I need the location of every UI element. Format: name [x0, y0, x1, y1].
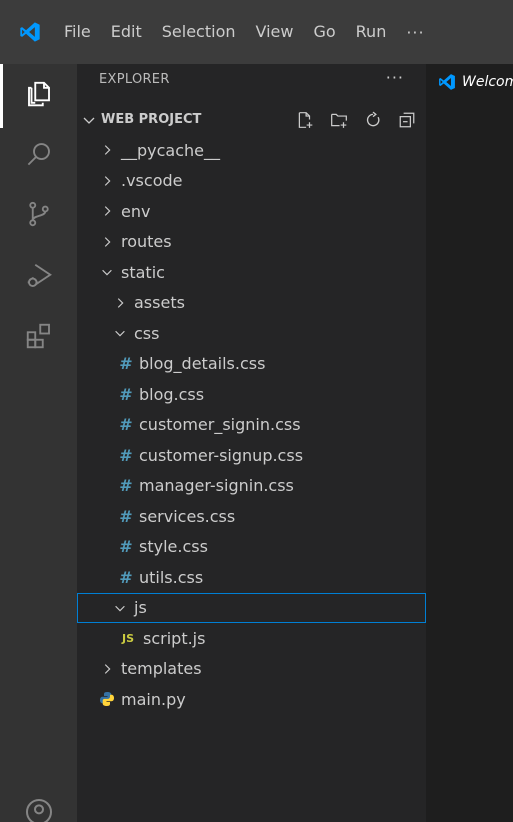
tree-item-label: templates: [121, 659, 202, 679]
activity-explorer[interactable]: [0, 64, 77, 128]
sidebar-title: EXPLORER: [99, 72, 170, 87]
tree-item-label: script.js: [143, 628, 206, 648]
tree-folder[interactable]: assets: [77, 288, 426, 319]
activity-run-debug[interactable]: [0, 246, 77, 310]
css-file-icon: #: [119, 476, 133, 496]
source-control-icon: [24, 199, 54, 233]
menu-selection[interactable]: Selection: [152, 0, 246, 64]
tree-file[interactable]: # style.css: [77, 532, 426, 563]
tree-file[interactable]: # customer_signin.css: [77, 410, 426, 441]
tree-file[interactable]: JS script.js: [77, 623, 426, 654]
tree-item-label: blog_details.css: [139, 354, 266, 374]
tree-item-label: manager-signin.css: [139, 476, 294, 496]
chevron-right-icon: [99, 235, 115, 249]
tree-item-label: static: [121, 262, 165, 282]
account-icon: [23, 796, 55, 822]
vscode-window: File Edit Selection View Go Run ··· EXPL…: [0, 0, 513, 822]
tree-file[interactable]: main.py: [77, 684, 426, 715]
run-debug-icon: [24, 261, 54, 295]
menu-view[interactable]: View: [246, 0, 304, 64]
chevron-down-icon: [112, 601, 128, 615]
tree-folder[interactable]: routes: [77, 227, 426, 258]
vscode-tab-icon: [438, 73, 456, 91]
search-icon: [24, 139, 54, 173]
activity-search[interactable]: [0, 124, 77, 188]
tree-item-label: env: [121, 201, 151, 221]
explorer-sidebar: EXPLORER ··· WEB PROJECT __pycache__ .vs…: [77, 64, 426, 822]
editor-area: Welcome: [426, 64, 513, 822]
tree-item-label: customer_signin.css: [139, 415, 301, 435]
tree-file[interactable]: # utils.css: [77, 562, 426, 593]
css-file-icon: #: [119, 354, 133, 374]
activity-bar: [0, 64, 77, 822]
tree-item-label: __pycache__: [121, 140, 221, 160]
tree-folder[interactable]: static: [77, 257, 426, 288]
tree-item-label: .vscode: [121, 171, 183, 191]
refresh-icon[interactable]: [362, 109, 384, 131]
tree-file[interactable]: # customer-signup.css: [77, 440, 426, 471]
css-file-icon: #: [119, 567, 133, 587]
chevron-right-icon: [99, 174, 115, 188]
tree-item-label: main.py: [121, 689, 186, 709]
more-actions-icon[interactable]: ···: [386, 68, 404, 87]
tree-item-label: utils.css: [139, 567, 204, 587]
menu-edit[interactable]: Edit: [101, 0, 152, 64]
activity-accounts[interactable]: [0, 782, 77, 822]
tree-file[interactable]: # manager-signin.css: [77, 471, 426, 502]
js-file-icon: JS: [121, 631, 134, 645]
collapse-all-icon[interactable]: [396, 109, 418, 131]
file-tree: __pycache__ .vscode env routes static assets c…: [77, 135, 426, 715]
tree-item-label: blog.css: [139, 384, 205, 404]
new-folder-icon[interactable]: [328, 109, 350, 131]
vscode-logo-icon: [10, 0, 50, 64]
chevron-down-icon: [81, 112, 97, 132]
tree-file[interactable]: # blog.css: [77, 379, 426, 410]
tree-folder[interactable]: env: [77, 196, 426, 227]
tree-folder[interactable]: .vscode: [77, 166, 426, 197]
chevron-right-icon: [99, 662, 115, 676]
css-file-icon: #: [119, 384, 133, 404]
menu-run[interactable]: Run: [346, 0, 397, 64]
tree-item-label: routes: [121, 232, 172, 252]
chevron-down-icon: [112, 326, 128, 340]
tree-folder[interactable]: templates: [77, 654, 426, 685]
chevron-down-icon: [99, 265, 115, 279]
menu-go[interactable]: Go: [303, 0, 345, 64]
tree-item-label: js: [134, 598, 147, 618]
css-file-icon: #: [119, 537, 133, 557]
menu-more-icon[interactable]: ···: [396, 23, 434, 42]
tree-item-label: services.css: [139, 506, 236, 526]
css-file-icon: #: [119, 445, 133, 465]
title-bar: File Edit Selection View Go Run ···: [0, 0, 513, 64]
files-icon: [24, 79, 54, 113]
css-file-icon: #: [119, 415, 133, 435]
activity-extensions[interactable]: [0, 306, 77, 370]
tab-label: Welcome: [462, 74, 513, 90]
tree-file[interactable]: # blog_details.css: [77, 349, 426, 380]
chevron-right-icon: [99, 204, 115, 218]
workspace-section-header[interactable]: WEB PROJECT: [77, 105, 426, 135]
chevron-right-icon: [112, 296, 128, 310]
menu-file[interactable]: File: [50, 0, 101, 64]
tab-welcome[interactable]: Welcome: [426, 64, 513, 100]
tree-item-label: css: [134, 323, 160, 343]
css-file-icon: #: [119, 506, 133, 526]
tree-item-label: style.css: [139, 537, 208, 557]
tree-item-label: customer-signup.css: [139, 445, 304, 465]
workspace-title: WEB PROJECT: [101, 112, 202, 127]
tree-folder[interactable]: __pycache__: [77, 135, 426, 166]
tab-bar: Welcome: [426, 64, 513, 100]
tree-folder[interactable]: js: [77, 592, 426, 623]
tree-file[interactable]: # services.css: [77, 501, 426, 532]
menu-bar: File Edit Selection View Go Run ···: [50, 0, 435, 64]
sidebar-header: EXPLORER ···: [77, 64, 426, 100]
chevron-right-icon: [99, 143, 115, 157]
activity-source-control[interactable]: [0, 184, 77, 248]
section-actions: [294, 109, 418, 131]
extensions-icon: [24, 321, 54, 355]
new-file-icon[interactable]: [294, 109, 316, 131]
python-file-icon: [99, 691, 115, 707]
tree-folder[interactable]: css: [77, 318, 426, 349]
tree-item-label: assets: [134, 293, 185, 313]
